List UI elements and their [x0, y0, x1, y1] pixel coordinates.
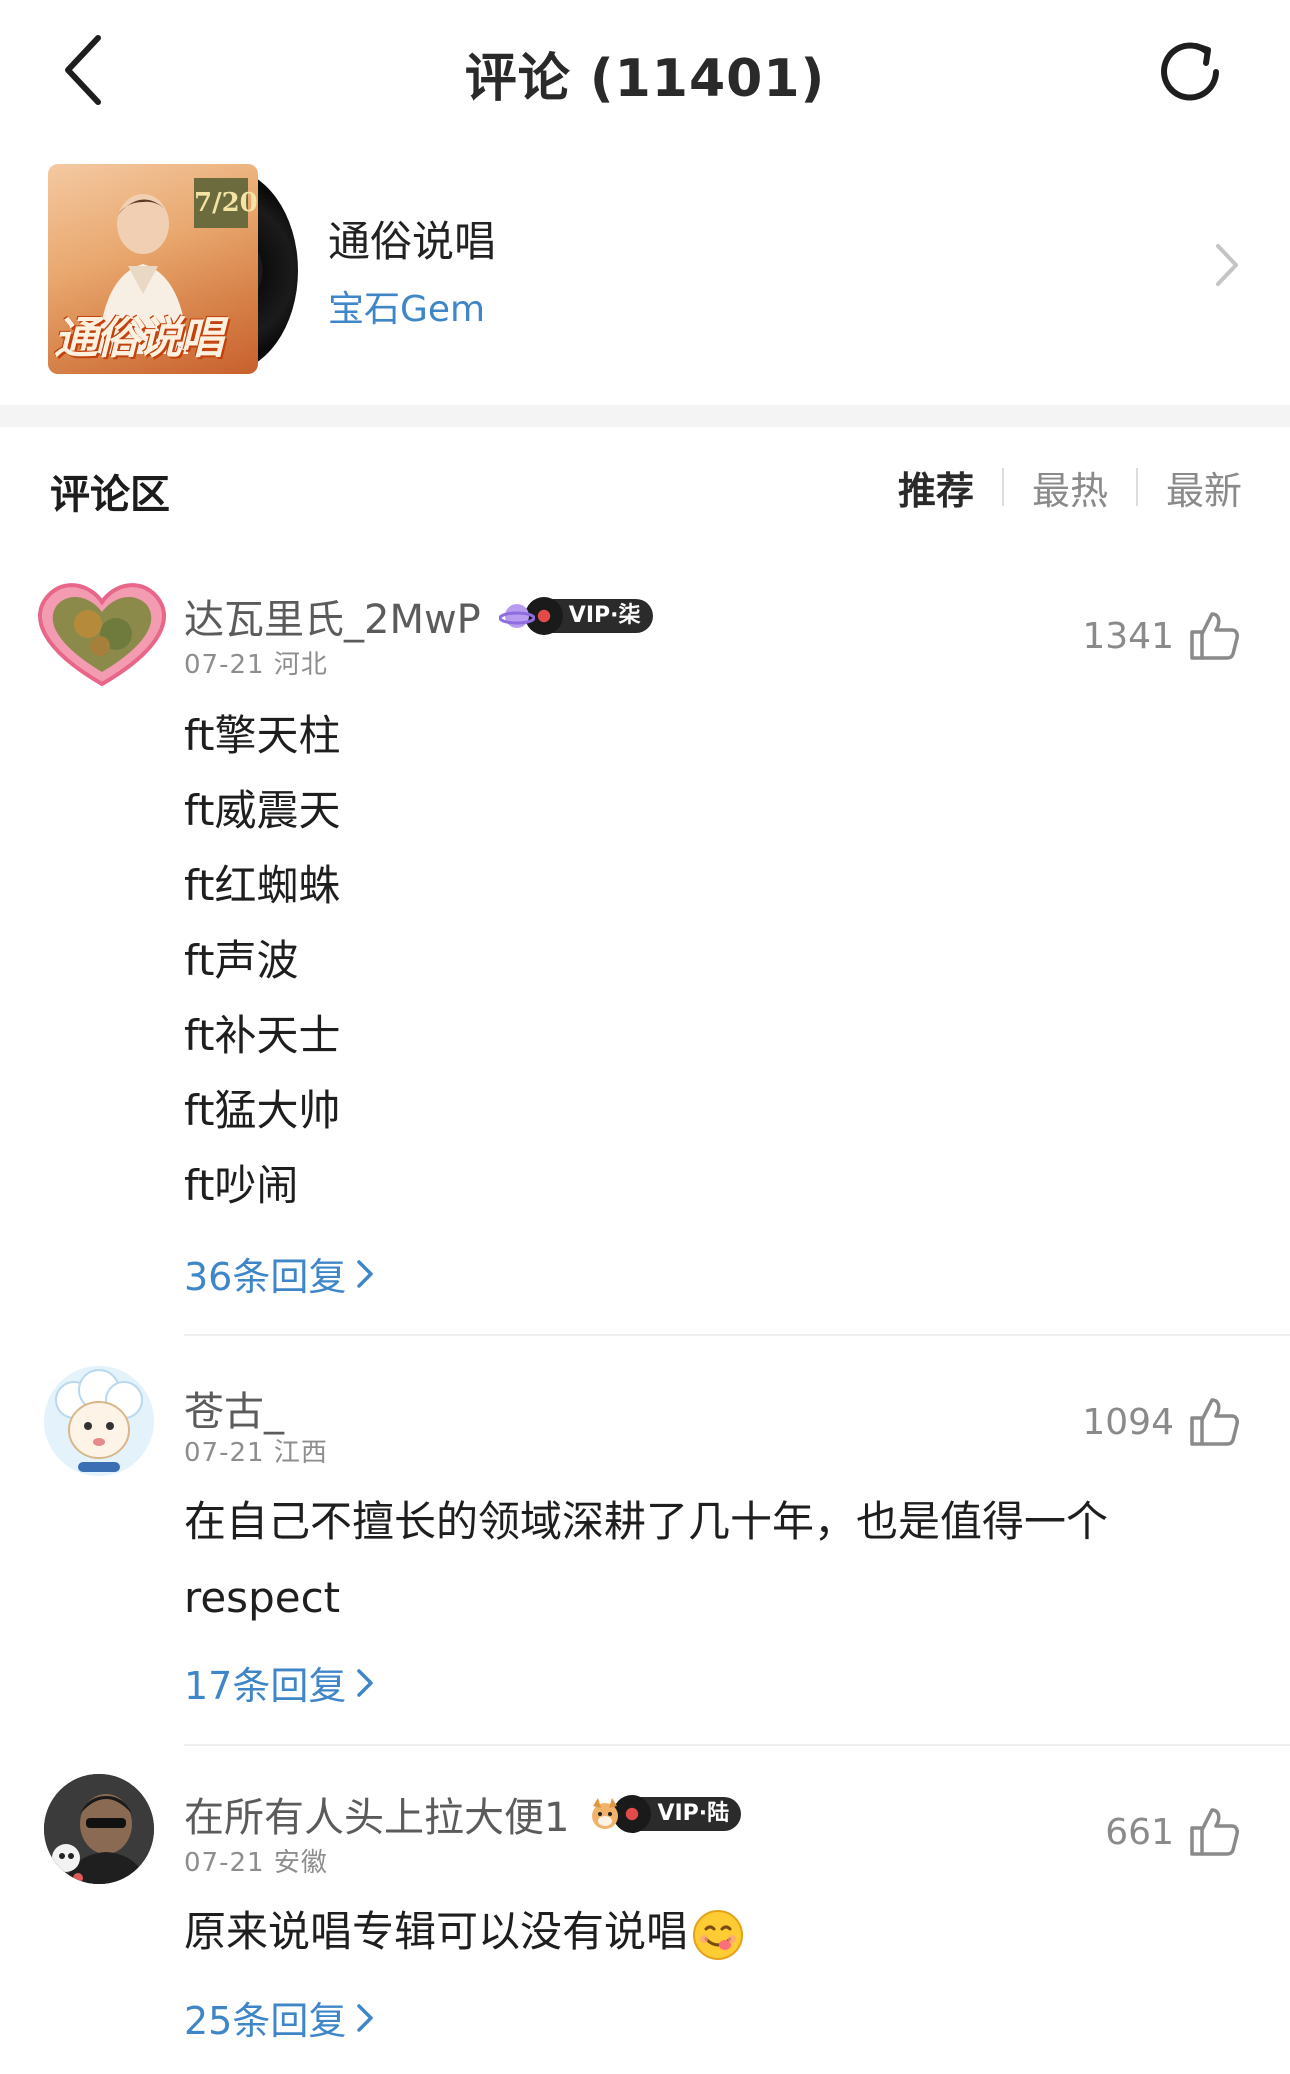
tab-recommended[interactable]: 推荐 [898, 460, 974, 515]
person-photo-avatar-icon [44, 1774, 154, 1884]
like-button[interactable]: 1341 [1082, 606, 1240, 666]
comment-date: 07-21 [184, 650, 265, 680]
comment-location: 河北 [273, 650, 328, 680]
replies-link[interactable]: 17条回复 [184, 1655, 376, 1710]
thumbs-up-icon [1190, 612, 1239, 660]
dog-decoration-icon [592, 1798, 619, 1829]
page-title: 评论 (11401) [464, 49, 826, 109]
comment-meta: 07-21 河北 [184, 644, 328, 681]
comment-date: 07-21 [184, 1848, 265, 1878]
chevron-right-icon [357, 1259, 374, 1288]
album-date-badge: 7/20 [194, 178, 258, 228]
chevron-right-icon[interactable] [1212, 240, 1242, 290]
tab-separator [1135, 468, 1138, 506]
avatar[interactable] [30, 576, 174, 688]
tab-newest[interactable]: 最新 [1166, 460, 1242, 515]
username-row: 苍古_ [184, 1378, 284, 1438]
username[interactable]: 在所有人头上拉大便1 [184, 1785, 569, 1843]
section-divider [0, 405, 1290, 427]
comment-meta: 07-21 安徽 [184, 1842, 328, 1879]
chevron-right-icon [357, 2003, 374, 2032]
album-title-art: 通俗说唱 [54, 313, 224, 364]
chevron-right-icon [357, 1668, 374, 1697]
replies-link[interactable]: 25条回复 [184, 1990, 376, 2045]
thumbs-up-icon [1190, 1808, 1239, 1856]
like-count: 1341 [1082, 615, 1174, 657]
comment-line: ft猛大帅 [184, 1086, 341, 1135]
heart-frame-avatar-icon [38, 583, 166, 687]
vip-badge[interactable]: VIP·柒 [498, 597, 653, 635]
like-count: 1094 [1082, 1401, 1174, 1443]
comment-location: 安徽 [273, 1848, 328, 1878]
comment-line: ft补天士 [184, 1011, 341, 1060]
comment-text: 在自己不擅长的领域深耕了几十年，也是值得一个 respect [184, 1497, 1109, 1622]
avatar[interactable] [44, 1774, 154, 1884]
top-bar: 评论 (11401) [0, 0, 1290, 140]
refresh-icon[interactable] [1152, 32, 1232, 112]
album-cover: 7/20 通俗说唱 [48, 164, 258, 374]
comment-divider [184, 1744, 1290, 1746]
comment-divider [184, 1334, 1290, 1336]
thumbs-up-icon [1190, 1398, 1239, 1446]
username-row: 在所有人头上拉大便1 VIP·陆 [184, 1784, 742, 1844]
tab-hottest[interactable]: 最热 [1032, 460, 1108, 515]
comment-line: ft声波 [184, 936, 299, 985]
like-button[interactable]: 1094 [1082, 1392, 1240, 1452]
comment-meta: 07-21 江西 [184, 1432, 328, 1469]
replies-count: 17条回复 [184, 1664, 347, 1708]
comment-location: 江西 [273, 1438, 328, 1468]
tab-separator [1001, 468, 1004, 506]
comment-body: 原来说唱专辑可以没有说唱 [184, 1894, 1184, 1970]
vip-badge[interactable]: VIP·陆 [587, 1795, 742, 1833]
like-count: 661 [1105, 1811, 1174, 1853]
username[interactable]: 达瓦里氏_2MwP [184, 587, 481, 645]
song-name[interactable]: 通俗说唱 [328, 208, 496, 269]
comment-line: ft威震天 [184, 786, 341, 835]
username[interactable]: 苍古_ [184, 1379, 284, 1437]
replies-count: 25条回复 [184, 1999, 347, 2043]
comment-line: ft红蜘蛛 [184, 861, 341, 910]
smiling-tongue-emoji-icon [693, 1909, 744, 1960]
sheep-cartoon-avatar-icon [44, 1366, 154, 1476]
like-button[interactable]: 661 [1105, 1802, 1240, 1862]
song-artist-link[interactable]: 宝石Gem [328, 280, 485, 332]
comment-body: ft擎天柱 ft威震天 ft红蜘蛛 ft声波 ft补天士 ft猛大帅 ft吵闹 [184, 698, 341, 1223]
comment-line: ft吵闹 [184, 1161, 299, 1210]
avatar[interactable] [44, 1366, 154, 1476]
comment-date: 07-21 [184, 1438, 265, 1468]
username-row: 达瓦里氏_2MwP VIP·柒 [184, 586, 653, 646]
comment-text: 原来说唱专辑可以没有说唱 [184, 1907, 689, 1956]
vip-level-label: VIP·陆 [635, 1797, 742, 1831]
planet-decoration-icon [498, 604, 535, 628]
comment-section-title: 评论区 [50, 472, 170, 518]
replies-count: 36条回复 [184, 1255, 347, 1299]
song-card[interactable]: 7/20 通俗说唱 通俗说唱 宝石Gem [0, 150, 1290, 390]
comment-line: ft擎天柱 [184, 711, 341, 760]
replies-link[interactable]: 36条回复 [184, 1246, 376, 1301]
sort-tabs: 推荐 最热 最新 [898, 460, 1242, 515]
